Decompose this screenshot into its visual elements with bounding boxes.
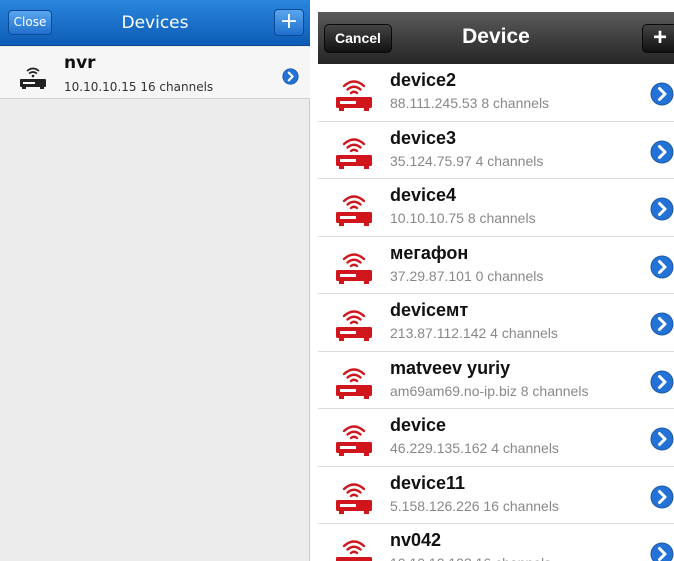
device-list-item[interactable]: device4 10.10.10.75 8 channels	[318, 179, 674, 237]
device-icon	[336, 425, 372, 456]
disclosure-chevron-icon[interactable]	[650, 542, 674, 561]
device-detail: 213.87.112.142 4 channels	[390, 325, 558, 341]
device-name: device4	[390, 185, 457, 205]
disclosure-chevron-icon[interactable]	[650, 82, 674, 106]
device-panel: Cancel Device + device2 88.111.245.53 8 c…	[318, 12, 674, 561]
device-list-item[interactable]: deviceмт 213.87.112.142 4 channels	[318, 294, 674, 352]
device-detail: 37.29.87.101 0 channels	[390, 267, 544, 284]
device-name: device11	[390, 472, 466, 493]
device-detail: 10.10.10.103 16 channels	[390, 555, 551, 561]
disclosure-chevron-icon[interactable]	[650, 370, 674, 394]
device-detail: 10.10.10.15 16 channels	[64, 80, 214, 94]
device-icon	[336, 540, 372, 561]
nvr-device-icon	[20, 67, 46, 89]
devices-nav-bar: Close Devices +	[0, 0, 310, 46]
device-icon	[336, 482, 372, 514]
device-detail: am69am69.no-ip.biz 8 channels	[390, 382, 589, 399]
device-icon	[336, 310, 372, 341]
device-name: nvr	[64, 53, 96, 73]
device-list-item[interactable]: matveev yuriy am69am69.no-ip.biz 8 channe…	[318, 351, 674, 409]
disclosure-chevron-icon[interactable]	[650, 485, 674, 509]
device-list-item[interactable]: nv042 10.10.10.103 16 channels	[318, 524, 674, 561]
device-detail: 5.158.126.226 16 channels	[390, 497, 559, 514]
device-title: Device	[462, 25, 530, 48]
device-list-item[interactable]: device11 5.158.126.226 16 channels	[318, 466, 674, 524]
device-name: мегафон	[390, 242, 469, 263]
disclosure-chevron-icon[interactable]	[650, 255, 674, 279]
device-icon	[336, 80, 372, 111]
device-icon	[336, 252, 372, 284]
device-name: matveev yuriy	[390, 357, 511, 378]
device-detail: 88.111.245.53 8 channels	[390, 95, 550, 111]
device-list-item[interactable]: device3 35.124.75.97 4 channels	[318, 121, 674, 179]
disclosure-chevron-icon[interactable]	[650, 197, 674, 221]
device-list-item[interactable]: device2 88.111.245.53 8 channels	[318, 64, 674, 122]
device-list-item[interactable]: мегафон 37.29.87.101 0 channels	[318, 236, 674, 294]
disclosure-chevron-icon[interactable]	[650, 312, 674, 336]
device-icon	[336, 195, 372, 226]
disclosure-chevron-icon[interactable]	[650, 427, 674, 451]
device-icon	[336, 137, 372, 169]
devices-panel: Close Devices + nvr 10.10.10.15 16 chann…	[0, 0, 310, 561]
device-nav-bar: Cancel Device +	[318, 12, 674, 64]
disclosure-chevron-icon[interactable]	[650, 140, 674, 164]
device-icon	[336, 367, 372, 399]
add-device-button[interactable]: +	[274, 9, 304, 36]
device-detail: 10.10.10.75 8 channels	[390, 210, 536, 226]
device-name: device	[390, 415, 447, 435]
device-name: deviceмт	[390, 300, 469, 320]
device-list: device2 88.111.245.53 8 channels device3 35…	[318, 64, 674, 561]
device-name: device2	[390, 70, 457, 90]
devices-title: Devices	[121, 13, 189, 33]
add-button[interactable]: +	[642, 24, 674, 53]
device-detail: 46.229.135.162 4 channels	[390, 440, 559, 456]
device-name: nv042	[390, 530, 442, 550]
device-row-nvr[interactable]: nvr 10.10.10.15 16 channels	[0, 47, 310, 99]
disclosure-chevron-icon[interactable]	[282, 68, 299, 85]
device-detail: 35.124.75.97 4 channels	[390, 152, 544, 169]
device-name: device3	[390, 127, 457, 148]
device-list-item[interactable]: device 46.229.135.162 4 channels	[318, 409, 674, 467]
